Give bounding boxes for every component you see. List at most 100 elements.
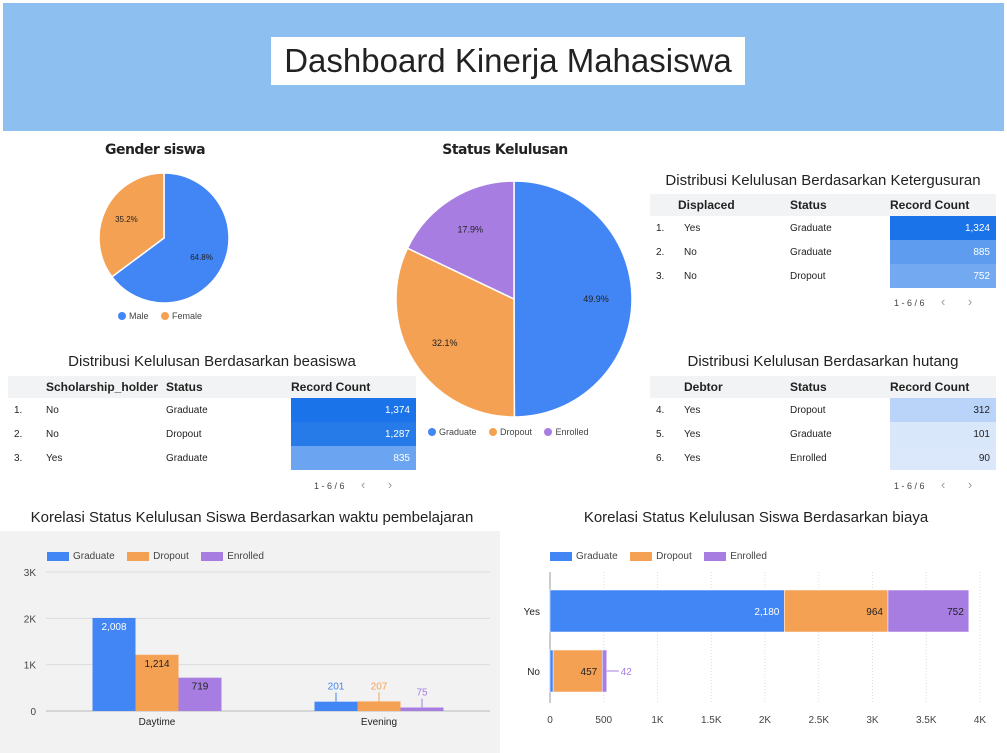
cell-status: Graduate — [790, 222, 832, 234]
legend-label: Dropout — [499, 427, 533, 437]
cell-status: Graduate — [790, 246, 832, 258]
table-row: 2. No Graduate 885 — [650, 240, 996, 264]
bar-graduate-no — [549, 649, 554, 693]
chevron-right-icon[interactable]: › — [388, 477, 392, 492]
row-index: 6. — [656, 452, 665, 464]
time-chart-title: Korelasi Status Kelulusan Siswa Berdasar… — [30, 509, 474, 526]
pagination-label: 1 - 6 / 6 — [314, 481, 345, 491]
chevron-left-icon[interactable]: ‹ — [361, 477, 365, 492]
header-scholarship-holder[interactable]: Scholarship_holder — [40, 376, 166, 398]
debtor-pagination: 1 - 6 / 6 ‹ › — [894, 477, 972, 492]
gender-chart-title: Gender siswa — [104, 142, 206, 158]
row-index: 1. — [14, 404, 23, 416]
table-row: 1. No Graduate 1,374 — [8, 398, 416, 422]
header-record-count[interactable]: Record Count — [291, 376, 416, 398]
data-label: 201 — [328, 682, 345, 693]
x-tick-label: 0 — [547, 715, 553, 726]
legend-dot-male — [118, 312, 126, 320]
table-header-row: Debtor Status Record Count — [650, 376, 996, 398]
legend-dot-graduate — [428, 428, 436, 436]
row-index: 3. — [656, 270, 665, 282]
table-row: 3. Yes Graduate 835 — [8, 446, 416, 470]
page-title: Dashboard Kinerja Mahasiswa — [284, 42, 732, 79]
legend-graduate[interactable]: Graduate — [428, 427, 477, 437]
chevron-right-icon[interactable]: › — [968, 477, 972, 492]
data-label: 2,180 — [754, 607, 779, 618]
row-index: 4. — [656, 404, 665, 416]
table-row: 6. Yes Enrolled 90 — [650, 446, 996, 470]
x-tick-label: 1K — [651, 715, 664, 726]
legend-dot-female — [160, 312, 169, 320]
row-index: 2. — [656, 246, 665, 258]
x-tick-label: Evening — [361, 717, 397, 728]
header-record-count[interactable]: Record Count — [890, 194, 996, 216]
pie-label: 64.8% — [190, 253, 213, 262]
cell-debtor: Yes — [684, 452, 701, 464]
header-index — [650, 376, 678, 398]
row-index: 5. — [656, 428, 665, 440]
cell-status: Dropout — [790, 404, 826, 416]
header-status[interactable]: Status — [790, 376, 890, 398]
legend-label: Female — [171, 311, 202, 321]
header-displaced[interactable]: Displaced — [678, 194, 790, 216]
cell-displaced: No — [684, 270, 697, 282]
scholarship-table: Scholarship_holder Status Record Count 1… — [8, 376, 416, 470]
legend-female[interactable]: Female — [160, 311, 202, 321]
row-index: 3. — [14, 452, 23, 464]
table-row: 2. No Dropout 1,287 — [8, 422, 416, 446]
data-label: 1,214 — [144, 659, 169, 670]
cell-displaced: Yes — [684, 222, 701, 234]
chevron-left-icon[interactable]: ‹ — [941, 294, 945, 309]
data-label: 457 — [581, 667, 598, 678]
cell-scholarship-holder: No — [46, 428, 59, 440]
header-index — [650, 194, 678, 216]
header-status[interactable]: Status — [166, 376, 291, 398]
cell-record-count: 90 — [890, 446, 996, 470]
row-index: 2. — [14, 428, 23, 440]
cell-status: Enrolled — [790, 452, 827, 464]
table-header-row: Displaced Status Record Count — [650, 194, 996, 216]
bar-enrolled-no — [601, 649, 608, 693]
pie-label: 32.1% — [432, 338, 458, 348]
legend-dot-dropout — [488, 428, 497, 436]
x-tick-label: Daytime — [139, 717, 176, 728]
scholarship-pagination: 1 - 6 / 6 ‹ › — [314, 477, 392, 492]
scholarship-table-title: Distribusi Kelulusan Berdasarkan beasisw… — [68, 353, 356, 370]
data-label: 719 — [192, 682, 209, 693]
legend-enrolled[interactable]: Enrolled — [544, 427, 589, 437]
legend-male[interactable]: Male — [118, 311, 149, 321]
time-bar-chart[interactable]: 0 1K 2K 3K Daytime 2,008 1,214 719 Evening 201 207… — [0, 560, 500, 750]
cost-chart-title: Korelasi Status Kelulusan Siswa Berdasar… — [583, 509, 929, 526]
data-label: 2,008 — [101, 622, 126, 633]
chevron-right-icon[interactable]: › — [968, 294, 972, 309]
cell-status: Graduate — [166, 452, 208, 464]
header-record-count[interactable]: Record Count — [890, 376, 996, 398]
cost-bar-chart[interactable]: 0 500 1K 1.5K 2K 2.5K 3K 3.5K 4K Yes 2,180 964 752 No… — [505, 560, 1005, 750]
table-row: 1. Yes Graduate 1,324 — [650, 216, 996, 240]
gender-pie-chart[interactable]: 64.8% 35.2% — [90, 166, 240, 308]
header-status[interactable]: Status — [790, 194, 890, 216]
chevron-left-icon[interactable]: ‹ — [941, 477, 945, 492]
legend-dropout[interactable]: Dropout — [488, 427, 533, 437]
cell-record-count: 1,374 — [291, 398, 416, 422]
cell-record-count: 752 — [890, 264, 996, 288]
status-pie-chart[interactable]: 49.9% 32.1% 17.9% — [390, 176, 640, 422]
cell-status: Dropout — [790, 270, 826, 282]
x-tick-label: 2.5K — [808, 715, 829, 726]
x-tick-label: 3K — [866, 715, 879, 726]
status-legend: Graduate Dropout Enrolled — [428, 423, 628, 441]
debtor-table: Debtor Status Record Count 4. Yes Dropou… — [650, 376, 996, 470]
table-header-row: Scholarship_holder Status Record Count — [8, 376, 416, 398]
cell-status: Graduate — [790, 428, 832, 440]
x-tick-label: 500 — [595, 715, 612, 726]
bar-dropout-evening — [357, 701, 401, 711]
legend-dot-enrolled — [544, 428, 553, 436]
header-debtor[interactable]: Debtor — [678, 376, 790, 398]
cell-displaced: No — [684, 246, 697, 258]
data-label: 75 — [416, 688, 428, 699]
data-label: 207 — [371, 681, 388, 692]
cell-record-count: 312 — [890, 398, 996, 422]
table-row: 3. No Dropout 752 — [650, 264, 996, 288]
row-index: 1. — [656, 222, 665, 234]
cell-scholarship-holder: Yes — [46, 452, 63, 464]
